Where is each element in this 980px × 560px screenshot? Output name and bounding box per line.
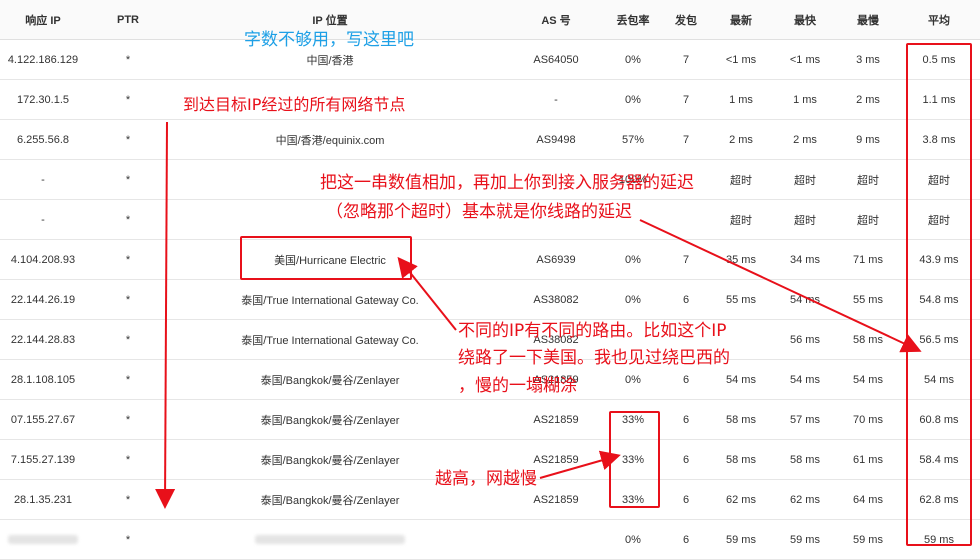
top-note: 字数不够用，写这里吧 — [244, 30, 414, 50]
route-arrow — [397, 256, 457, 331]
path-arrow — [155, 121, 176, 509]
route-note-line3: ，慢的一塌糊涂 — [458, 376, 577, 396]
annotation-arrows — [155, 121, 922, 509]
path-note: 到达目标IP经过的所有网络节点 — [183, 95, 406, 114]
loss-arrow — [539, 450, 621, 479]
sum-note-line2: （忽略那个超时）基本就是你线路的延迟 — [326, 202, 632, 222]
route-note-line2: 绕路了一下美国。我也见过绕巴西的 — [458, 348, 730, 368]
loss-note: 越高，网越慢 — [435, 469, 537, 489]
sum-note-line1: 把这一串数值相加，再加上你到接入服务器的延迟 — [320, 173, 694, 193]
route-note-line1: 不同的IP有不同的路由。比如这个IP — [458, 321, 727, 341]
